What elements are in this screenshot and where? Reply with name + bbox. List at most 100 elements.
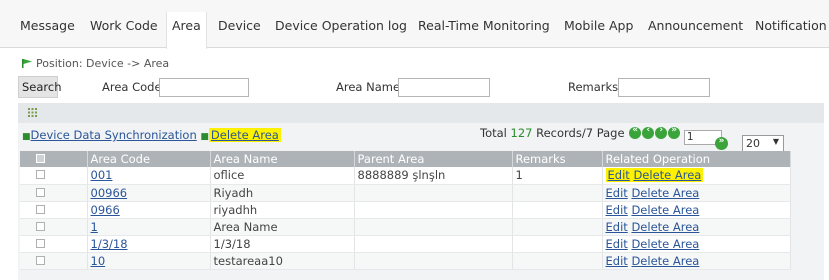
parent-area-cell <box>354 184 513 202</box>
operation-cell: Edit Delete Area <box>602 218 791 236</box>
area-name-cell: Riyadh <box>210 184 355 202</box>
area-name-cell: oflice <box>210 167 355 185</box>
row-checkbox[interactable] <box>36 170 45 180</box>
tab-area[interactable]: Area <box>166 12 207 49</box>
row-checkbox[interactable] <box>36 221 45 231</box>
parent-area-cell <box>354 218 513 236</box>
bullet-icon: ■ <box>22 132 31 142</box>
delete-area-row-link[interactable]: Delete Area <box>633 168 701 182</box>
area-code-link[interactable]: 0966 <box>91 203 120 217</box>
area-code-link[interactable]: 1 <box>91 220 98 234</box>
table-row[interactable]: 1/3/18 1/3/18 Edit Delete Area <box>20 235 791 253</box>
operation-cell: Edit Delete Area <box>602 235 791 253</box>
chevron-down-icon: ▼ <box>772 137 779 146</box>
select-all-checkbox[interactable] <box>36 154 45 163</box>
search-bar: Search Area Code Area Name Remarks <box>18 76 824 100</box>
prev-page-icon[interactable]: ‹ <box>642 125 655 139</box>
tab-notification[interactable]: Notification <box>755 18 827 33</box>
col-remarks[interactable]: Remarks <box>512 151 603 167</box>
go-page-icon[interactable]: » <box>715 136 728 150</box>
tab-real-time-monitoring[interactable]: Real-Time Monitoring <box>418 18 550 33</box>
area-code-link[interactable]: 10 <box>91 254 106 268</box>
remarks-cell <box>512 218 603 236</box>
bullet-icon: ■ <box>200 132 209 142</box>
first-page-icon[interactable]: « <box>629 125 642 139</box>
delete-area-row-link[interactable]: Delete Area <box>631 237 699 251</box>
area-code-link[interactable]: 001 <box>91 168 113 182</box>
delete-area-row-link[interactable]: Delete Area <box>631 186 699 200</box>
col-area-name[interactable]: Area Name <box>210 151 355 167</box>
edit-link[interactable]: Edit <box>608 168 630 182</box>
area-code-link[interactable]: 00966 <box>91 186 128 200</box>
operation-cell: Edit Delete Area <box>602 201 791 219</box>
delete-area-row-link[interactable]: Delete Area <box>631 254 699 268</box>
remarks-input[interactable] <box>618 78 710 97</box>
area-grid: ■Device Data Synchronization ■ Delete Are… <box>18 123 824 280</box>
select-all-cell <box>20 151 88 167</box>
table-row[interactable]: 1 Area Name Edit Delete Area <box>20 218 791 236</box>
top-tab-bar: Message Work Code Area Device Device Ope… <box>0 0 829 49</box>
table-header: Area Code Area Name Parent Area Remarks … <box>20 151 791 167</box>
remarks-cell <box>512 252 603 270</box>
delete-area-link[interactable]: Delete Area <box>208 128 281 142</box>
operation-cell: Edit Delete Area <box>602 184 791 202</box>
parent-area-cell <box>354 201 513 219</box>
table-row[interactable]: 00966 Riyadh Edit Delete Area <box>20 184 791 202</box>
table-row[interactable]: 10 testareaa10 Edit Delete Area <box>20 252 791 270</box>
table-row[interactable]: 0966 riyadhh Edit Delete Area <box>20 201 791 219</box>
page-label: Page <box>596 126 625 140</box>
remarks-cell <box>512 184 603 202</box>
area-code-cell: 1/3/18 <box>87 235 211 253</box>
row-checkbox[interactable] <box>36 187 45 197</box>
last-page-icon[interactable]: » <box>668 125 681 139</box>
row-select-cell <box>20 235 88 253</box>
area-code-label: Area Code <box>102 80 162 94</box>
col-parent-area[interactable]: Parent Area <box>354 151 513 167</box>
area-code-link[interactable]: 1/3/18 <box>91 237 128 251</box>
tab-device-operation-log[interactable]: Device Operation log <box>275 18 407 33</box>
parent-area-cell: 8888889 şlnşln <box>354 167 513 185</box>
area-code-cell: 1 <box>87 218 211 236</box>
col-related-operation: Related Operation <box>602 151 791 167</box>
area-code-input[interactable] <box>159 78 249 97</box>
breadcrumb-text: Position: Device -> Area <box>36 57 170 70</box>
grid-icon[interactable] <box>28 108 37 117</box>
delete-area-row-link[interactable]: Delete Area <box>631 220 699 234</box>
tab-message[interactable]: Message <box>20 18 75 33</box>
row-select-cell <box>20 218 88 236</box>
area-name-label: Area Name <box>336 80 401 94</box>
col-area-code[interactable]: Area Code <box>87 151 211 167</box>
tab-work-code[interactable]: Work Code <box>90 18 158 33</box>
flag-icon <box>22 59 32 68</box>
area-name-input[interactable] <box>398 78 490 97</box>
action-links: ■Device Data Synchronization ■ Delete Are… <box>22 128 281 142</box>
area-code-cell: 10 <box>87 252 211 270</box>
edit-link[interactable]: Edit <box>606 254 628 268</box>
row-checkbox[interactable] <box>36 238 45 248</box>
remarks-cell <box>512 201 603 219</box>
edit-link[interactable]: Edit <box>606 186 628 200</box>
toolbar-strip <box>18 103 824 123</box>
area-code-cell: 0966 <box>87 201 211 219</box>
edit-link[interactable]: Edit <box>606 220 628 234</box>
page-size-select[interactable]: 20 ▼ <box>742 135 784 152</box>
tab-mobile-app[interactable]: Mobile App <box>564 18 633 33</box>
edit-link[interactable]: Edit <box>606 203 628 217</box>
search-button[interactable]: Search <box>18 76 62 98</box>
area-code-cell: 00966 <box>87 184 211 202</box>
remarks-label: Remarks <box>568 80 619 94</box>
next-page-icon[interactable]: › <box>655 125 668 139</box>
remarks-cell <box>512 235 603 253</box>
parent-area-cell <box>354 252 513 270</box>
tab-announcement[interactable]: Announcement <box>648 18 743 33</box>
tab-device[interactable]: Device <box>218 18 261 33</box>
area-code-cell: 001 <box>87 167 211 185</box>
total-label: Total <box>480 126 507 140</box>
row-checkbox[interactable] <box>36 255 45 265</box>
delete-area-row-link[interactable]: Delete Area <box>631 203 699 217</box>
area-name-cell: riyadhh <box>210 201 355 219</box>
edit-link[interactable]: Edit <box>606 237 628 251</box>
row-checkbox[interactable] <box>36 204 45 214</box>
device-data-sync-link[interactable]: Device Data Synchronization <box>31 128 197 142</box>
table-row[interactable]: 001 oflice 8888889 şlnşln 1 Edit Delete Area <box>20 167 791 185</box>
